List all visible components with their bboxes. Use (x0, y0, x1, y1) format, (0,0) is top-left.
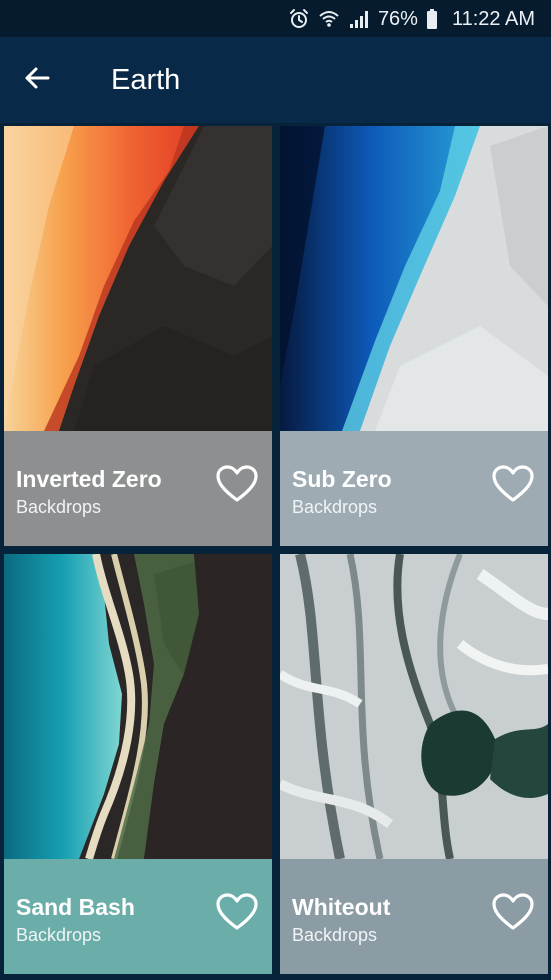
clock: 11:22 AM (451, 8, 535, 30)
card-caption: Sand Bash Backdrops (4, 859, 272, 974)
card-caption: Inverted Zero Backdrops (4, 431, 272, 546)
card-title: Inverted Zero (16, 466, 162, 492)
arrow-left-icon (23, 64, 51, 97)
wifi-icon (318, 8, 340, 30)
wallpaper-thumbnail[interactable] (4, 126, 272, 431)
heart-outline-icon (492, 892, 534, 936)
heart-outline-icon (216, 464, 258, 508)
wallpaper-card[interactable]: Sand Bash Backdrops (4, 554, 272, 974)
card-caption: Whiteout Backdrops (280, 859, 548, 974)
card-subtitle: Backdrops (292, 497, 378, 517)
back-button[interactable] (14, 57, 60, 103)
page-title: Earth (111, 64, 181, 96)
card-subtitle: Backdrops (16, 497, 102, 517)
card-title: Whiteout (292, 894, 391, 920)
battery-percentage: 76% (377, 8, 418, 30)
card-subtitle: Backdrops (292, 925, 378, 945)
card-title: Sub Zero (292, 466, 392, 492)
app-bar: Earth (0, 37, 551, 123)
heart-outline-icon (492, 464, 534, 508)
card-subtitle: Backdrops (16, 925, 102, 945)
favorite-button[interactable] (214, 463, 260, 509)
heart-outline-icon (216, 892, 258, 936)
wallpaper-thumbnail[interactable] (4, 554, 272, 859)
wallpaper-card[interactable]: Sub Zero Backdrops (280, 126, 548, 546)
wallpaper-thumbnail[interactable] (280, 554, 548, 859)
battery-icon (426, 8, 438, 30)
status-icons: 76% 11:22 AM (288, 6, 535, 32)
favorite-button[interactable] (490, 463, 536, 509)
status-bar: 76% 11:22 AM (0, 0, 551, 37)
signal-icon (348, 8, 370, 30)
favorite-button[interactable] (490, 891, 536, 937)
wallpaper-card[interactable]: Inverted Zero Backdrops (4, 126, 272, 546)
wallpaper-card[interactable]: Whiteout Backdrops (280, 554, 548, 974)
alarm-icon (288, 8, 310, 30)
wallpaper-grid: Inverted Zero Backdrops Sub Zero Backdro… (4, 126, 548, 980)
wallpaper-thumbnail[interactable] (280, 126, 548, 431)
favorite-button[interactable] (214, 891, 260, 937)
card-caption: Sub Zero Backdrops (280, 431, 548, 546)
card-title: Sand Bash (16, 894, 135, 920)
